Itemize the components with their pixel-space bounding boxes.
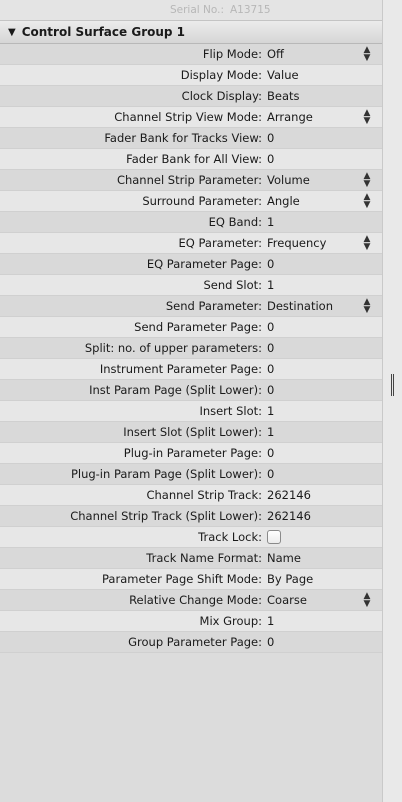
popup-stepper-icon[interactable]: ▲ ▼ [362,193,372,210]
parameter-row: Split: no. of upper parameters: 0 [0,338,382,359]
parameter-row: Insert Slot (Split Lower): 1 [0,422,382,443]
parameter-list: Flip Mode: Off ▲ ▼ Display Mode: Value Clock D… [0,44,382,653]
parameter-value[interactable]: Value [267,68,382,82]
parameter-row: Fader Bank for Tracks View: 0 [0,128,382,149]
parameter-row: EQ Parameter: Frequency ▲ ▼ [0,233,382,254]
parameter-label: Plug-in Parameter Page: [123,446,262,460]
splitter-grip-icon[interactable] [391,374,394,396]
popup-stepper-icon[interactable]: ▲ ▼ [362,172,372,189]
serial-number-label: Serial No.: [169,4,224,16]
control-surface-group-header[interactable]: ▼ Control Surface Group 1 [0,20,382,44]
serial-number-row: Serial No.: A13715 [0,0,382,20]
parameter-row: EQ Band: 1 [0,212,382,233]
parameter-row: Channel Strip Track: 262146 [0,485,382,506]
popup-stepper-icon[interactable]: ▲ ▼ [362,46,372,63]
parameter-label: Insert Slot (Split Lower): [123,425,262,439]
parameter-label: Mix Group: [199,614,262,628]
parameter-label: Channel Strip Track (Split Lower): [70,509,262,523]
inspector-panel: Serial No.: A13715 ▼ Control Surface Gro… [0,0,382,802]
parameter-value[interactable]: 0 [267,635,382,649]
parameter-label: EQ Parameter: [178,236,262,250]
parameter-row: Relative Change Mode: Coarse ▲ ▼ [0,590,382,611]
parameter-row: Mix Group: 1 [0,611,382,632]
parameter-label: Send Parameter Page: [134,320,262,334]
parameter-label: EQ Band: [208,215,262,229]
parameter-label: Relative Change Mode: [129,593,262,607]
track-lock-checkbox[interactable] [267,530,281,544]
parameter-row: Flip Mode: Off ▲ ▼ [0,44,382,65]
parameter-value[interactable]: Name [267,551,382,565]
parameter-row: Channel Strip Track (Split Lower): 262146 [0,506,382,527]
parameter-value[interactable]: 0 [267,362,382,376]
parameter-label: Inst Param Page (Split Lower): [89,383,262,397]
parameter-label: Channel Strip Parameter: [116,173,262,187]
parameter-label: Fader Bank for All View: [126,152,262,166]
popup-stepper-icon[interactable]: ▲ ▼ [362,298,372,315]
parameter-label: Channel Strip Track: [146,488,262,502]
parameter-label: Group Parameter Page: [128,635,262,649]
parameter-value[interactable]: 0 [267,383,382,397]
parameter-row: Plug-in Parameter Page: 0 [0,443,382,464]
parameter-label: Track Name Format: [146,551,262,565]
parameter-label: Send Parameter: [165,299,262,313]
parameter-label: Plug-in Param Page (Split Lower): [70,467,262,481]
parameter-label: EQ Parameter Page: [146,257,262,271]
parameter-label: Split: no. of upper parameters: [84,341,262,355]
parameter-row: Plug-in Param Page (Split Lower): 0 [0,464,382,485]
parameter-row: Inst Param Page (Split Lower): 0 [0,380,382,401]
parameter-value[interactable]: 1 [267,404,382,418]
parameter-label: Parameter Page Shift Mode: [102,572,262,586]
parameter-row: Channel Strip Parameter: Volume ▲ ▼ [0,170,382,191]
parameter-row: Display Mode: Value [0,65,382,86]
parameter-value[interactable]: By Page [267,572,382,586]
parameter-label: Track Lock: [198,530,262,544]
parameter-value[interactable]: 0 [267,131,382,145]
parameter-row: Track Name Format: Name [0,548,382,569]
disclosure-triangle-icon[interactable]: ▼ [8,27,16,38]
parameter-label: Channel Strip View Mode: [114,110,262,124]
parameter-row: Send Parameter: Destination ▲ ▼ [0,296,382,317]
parameter-label: Fader Bank for Tracks View: [104,131,262,145]
parameter-row: Send Parameter Page: 0 [0,317,382,338]
parameter-row: Clock Display: Beats [0,86,382,107]
parameter-row: Instrument Parameter Page: 0 [0,359,382,380]
parameter-row: Send Slot: 1 [0,275,382,296]
parameter-row: Group Parameter Page: 0 [0,632,382,653]
parameter-value[interactable]: 1 [267,215,382,229]
parameter-label: Display Mode: [180,68,262,82]
parameter-value[interactable]: 262146 [267,488,382,502]
parameter-label: Flip Mode: [202,47,262,61]
parameter-value[interactable]: 0 [267,446,382,460]
parameter-value[interactable]: 262146 [267,509,382,523]
parameter-label: Insert Slot: [199,404,262,418]
popup-stepper-icon[interactable]: ▲ ▼ [362,592,372,609]
parameter-row: EQ Parameter Page: 0 [0,254,382,275]
parameter-row: Channel Strip View Mode: Arrange ▲ ▼ [0,107,382,128]
parameter-row: Surround Parameter: Angle ▲ ▼ [0,191,382,212]
panel-bottom [0,779,382,802]
parameter-value[interactable]: 0 [267,467,382,481]
popup-stepper-icon[interactable]: ▲ ▼ [362,109,372,126]
group-title: Control Surface Group 1 [21,25,186,39]
parameter-row: Insert Slot: 1 [0,401,382,422]
parameter-row: Parameter Page Shift Mode: By Page [0,569,382,590]
parameter-value[interactable]: 1 [267,278,382,292]
popup-stepper-icon[interactable]: ▲ ▼ [362,235,372,252]
parameter-label: Instrument Parameter Page: [99,362,262,376]
parameter-value[interactable]: Beats [267,89,382,103]
parameter-value[interactable]: 0 [267,320,382,334]
panel-splitter[interactable] [382,0,402,802]
parameter-value[interactable]: 0 [267,257,382,271]
parameter-label: Surround Parameter: [142,194,262,208]
parameter-value [267,530,382,544]
parameter-value[interactable]: 0 [267,341,382,355]
serial-number-value: A13715 [230,4,271,16]
parameter-label: Send Slot: [203,278,262,292]
parameter-label: Clock Display: [181,89,262,103]
parameter-value[interactable]: 1 [267,425,382,439]
parameter-row: Track Lock: [0,527,382,548]
parameter-value[interactable]: 0 [267,152,382,166]
parameter-row: Fader Bank for All View: 0 [0,149,382,170]
parameter-value[interactable]: 1 [267,614,382,628]
